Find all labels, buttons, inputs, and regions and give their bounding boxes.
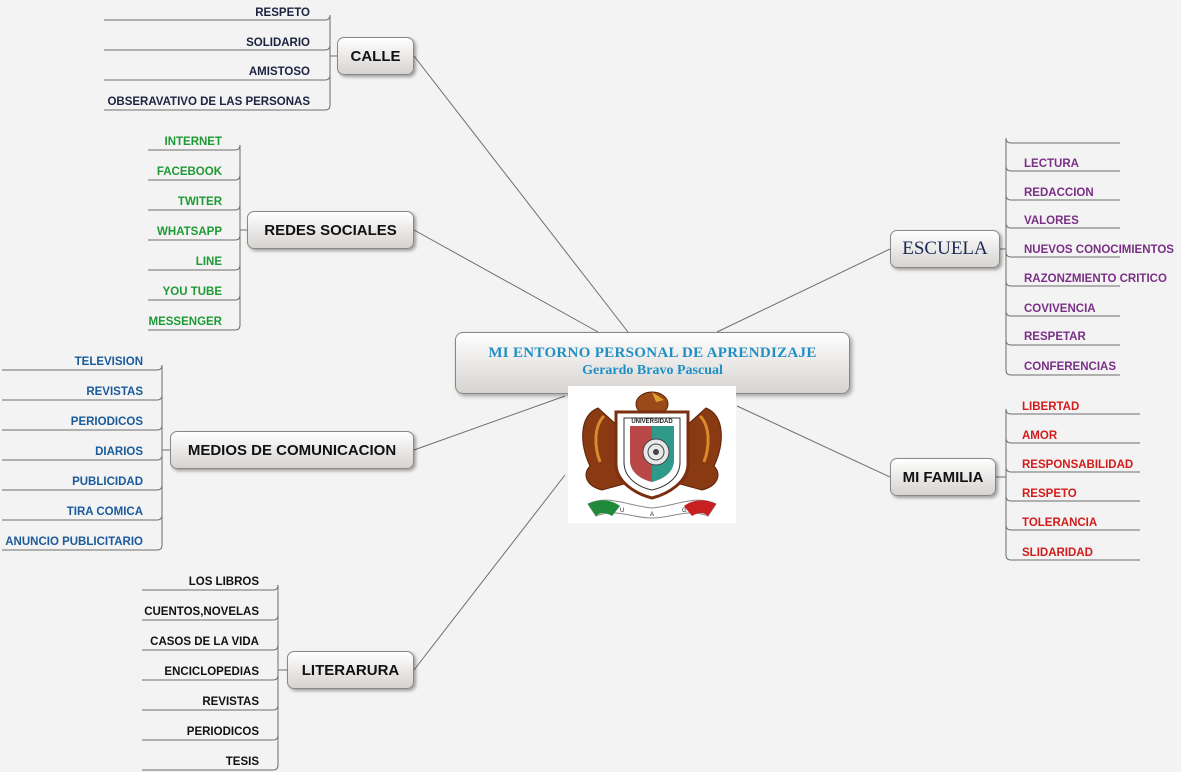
leaf-escuela-respetar: RESPETAR [1024,331,1086,343]
leaf-medios-publicidad: PUBLICIDAD [72,476,143,488]
central-subtitle: Gerardo Bravo Pascual [582,363,723,378]
leaf-lit-casos-de-la-vida: CASOS DE LA VIDA [150,636,259,648]
leaf-redes-twiter: TWITER [177,196,222,208]
connector-line [716,248,891,333]
leaf-escuela-conferencias: CONFERENCIAS [1024,361,1117,373]
connector-line [413,395,566,451]
leaf-redes-internet: INTERNET [164,136,223,148]
svg-text:G: G [682,508,687,514]
branch-calle[interactable]: CALLE [337,37,414,75]
leaf-escuela-nuevos-conocimientos: NUEVOS CONOCIMIENTOS [1024,244,1174,256]
leaf-lit-tesis: TESIS [225,756,259,768]
branch-literatura[interactable]: LITERARURA [287,651,414,689]
leaf-medios-television: TELEVISION [74,356,143,368]
leaf-redes-facebook: FACEBOOK [156,166,222,178]
leaf-escuela-razonamiento-critico: RAZONZMIENTO CRITICO [1024,273,1167,285]
leaf-lit-los-libros: LOS LIBROS [188,576,259,588]
leaf-calle-observativo: OBSERAVATIVO DE LAS PERSONAS [107,96,310,108]
svg-text:U: U [620,508,624,514]
leaf-connector [142,584,279,670]
branch-escuela[interactable]: ESCUELA [890,230,1000,268]
leaf-calle-respeto: RESPETO [255,7,310,19]
central-topic[interactable]: MI ENTORNO PERSONAL DE APRENDIZAJE Gerar… [455,332,850,394]
leaf-connector [2,364,163,450]
leaf-calle-solidario: SOLIDARIO [246,37,310,49]
connector-line [413,474,566,671]
leaf-connector [1005,165,1120,249]
leaf-calle-amistoso: AMISTOSO [248,66,310,78]
leaf-familia-libertad: LIBERTAD [1022,401,1080,413]
leaf-familia-amor: AMOR [1022,430,1058,442]
leaf-medios-revistas: REVISTAS [86,386,143,398]
leaf-escuela-covivencia: COVIVENCIA [1024,303,1096,315]
leaf-redes-line: LINE [195,256,222,268]
svg-text:A: A [650,512,654,518]
leaf-familia-tolerancia: TOLERANCIA [1022,517,1098,529]
leaf-familia-respeto: RESPETO [1022,488,1077,500]
leaf-medios-diarios: DIARIOS [95,446,143,458]
leaf-escuela-valores: VALORES [1024,215,1079,227]
leaf-lit-revistas: REVISTAS [202,696,259,708]
leaf-medios-tira-comica: TIRA COMICA [66,506,143,518]
leaf-medios-anuncio-publicitario: ANUNCIO PUBLICITARIO [5,536,143,548]
leaf-redes-youtube: YOU TUBE [162,286,222,298]
branch-medios-de-comunicacion[interactable]: MEDIOS DE COMUNICACION [170,431,414,469]
connector-line [413,229,599,333]
leaf-familia-responsabilidad: RESPONSABILIDAD [1022,459,1134,471]
university-logo: UNIVERSIDAD U A G [568,386,736,523]
branch-redes-sociales[interactable]: REDES SOCIALES [247,211,414,249]
leaf-familia-slidaridad: SLIDARIDAD [1022,547,1093,559]
leaf-connector [148,144,241,230]
central-title: MI ENTORNO PERSONAL DE APRENDIZAJE [488,345,817,361]
leaf-escuela-lectura: LECTURA [1024,158,1079,170]
leaf-redes-messenger: MESSENGER [148,316,223,328]
leaf-escuela-redaccion: REDACCION [1024,187,1094,199]
leaf-medios-periodicos: PERIODICOS [70,416,143,428]
leaf-lit-cuentos-novelas: CUENTOS,NOVELAS [144,606,259,618]
connector-line [736,405,891,478]
svg-text:UNIVERSIDAD: UNIVERSIDAD [631,419,673,425]
branch-mi-familia[interactable]: MI FAMILIA [890,458,996,496]
leaf-lit-periodicos: PERIODICOS [186,726,259,738]
leaf-lit-enciclopedias: ENCICLOPEDIAS [164,666,259,678]
connector-line [413,55,629,333]
leaf-redes-whatsapp: WHATSAPP [157,226,222,238]
